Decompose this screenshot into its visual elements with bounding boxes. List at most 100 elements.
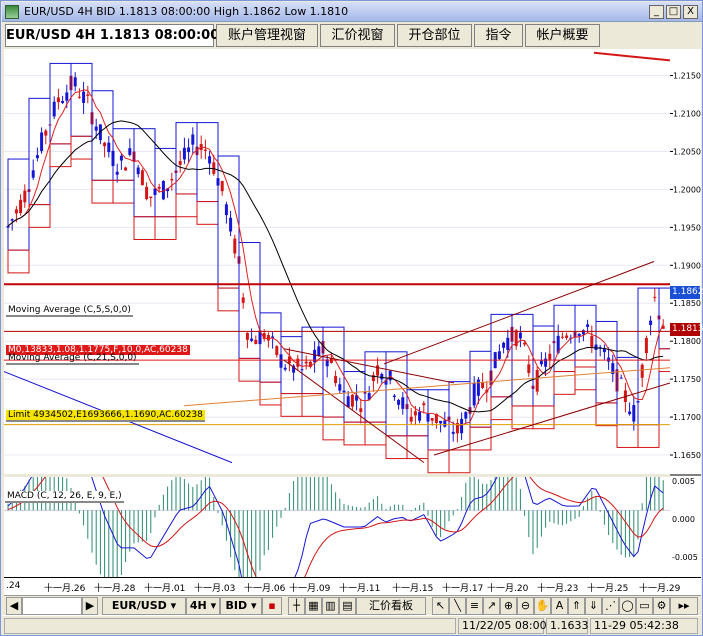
indicator-icon[interactable]: ▤ xyxy=(339,597,356,615)
channel-icon[interactable]: ⋰ xyxy=(602,597,619,615)
arrow-up-icon[interactable]: ⇑ xyxy=(568,597,585,615)
timeframe-selector[interactable]: 4H ▾ xyxy=(186,597,220,615)
candle-body-94 xyxy=(401,397,405,409)
ma21-line xyxy=(7,120,664,413)
candle-body-33 xyxy=(145,186,149,200)
candle-body-17 xyxy=(77,96,81,98)
candle-body-52 xyxy=(224,204,228,216)
candle-body-106 xyxy=(451,431,455,434)
candle-body-143 xyxy=(607,357,611,362)
title-bar[interactable]: EUR/USD 4H BID 1.1813 08:00:00 High 1.18… xyxy=(2,2,702,22)
price-tick-label-6: 1.1850 xyxy=(673,299,701,308)
rectangle-icon[interactable]: ▭ xyxy=(636,597,653,615)
candle-body-79 xyxy=(338,384,342,391)
tab-bar: EUR/USD 4H 1.1813 08:00:00 账户管理视窗 汇价视窗 开… xyxy=(5,24,701,48)
text-icon[interactable]: A xyxy=(551,597,568,615)
red-box-256 xyxy=(259,381,282,406)
candle-body-3 xyxy=(19,199,23,214)
long-trend-line xyxy=(183,367,671,407)
timeframe-value: 4H xyxy=(189,599,207,612)
macd-panel[interactable]: MACD (C, 12, 26, E, 9, E,) xyxy=(4,429,670,617)
candle-body-31 xyxy=(136,167,140,175)
candle-body-11 xyxy=(52,101,56,117)
blue-box-592 xyxy=(595,320,618,404)
price-axis: 1.2150 1.2100 1.2050 1.2000 1.1950 1.1900 1.18… xyxy=(670,49,703,577)
candle-body-41 xyxy=(178,161,182,165)
macd-tick-label-2: -0.005 xyxy=(672,553,698,562)
candle-body-112 xyxy=(476,379,480,396)
chart-type-icon[interactable]: ▪ xyxy=(262,597,282,615)
candle-body-4 xyxy=(23,190,27,203)
tab-account-manager[interactable]: 账户管理视窗 xyxy=(216,24,318,47)
price-tick-label-1: 1.2100 xyxy=(673,110,701,119)
red-box-634 xyxy=(637,424,660,448)
candle-body-124 xyxy=(527,364,531,373)
red-box-193 xyxy=(196,201,219,225)
candle-body-54 xyxy=(233,238,237,254)
candle-body-56 xyxy=(241,297,245,303)
price-type-selector[interactable]: BID ▾ xyxy=(220,597,262,615)
candle-body-1 xyxy=(10,219,14,221)
bar-chart-icon[interactable]: ▥ xyxy=(322,597,339,615)
scroll-right-button[interactable]: ▶ xyxy=(82,597,98,615)
scrollbar-track[interactable] xyxy=(22,597,82,615)
red-box-46 xyxy=(49,143,72,168)
red-box-109 xyxy=(112,179,135,204)
red-box-172 xyxy=(175,193,198,218)
candle-body-98 xyxy=(418,411,422,421)
candle-body-7 xyxy=(35,155,39,159)
red-box-361 xyxy=(364,421,387,446)
grid-icon[interactable]: ▦ xyxy=(305,597,322,615)
maximize-button[interactable]: □ xyxy=(666,5,681,19)
symbol-selector[interactable]: EUR/USD ▾ xyxy=(102,597,186,615)
candle-body-138 xyxy=(586,324,590,327)
crosshair-icon[interactable]: ┼ xyxy=(288,597,305,615)
tab-chart[interactable]: EUR/USD 4H 1.1813 08:00:00 xyxy=(5,24,219,47)
red-box-340 xyxy=(343,421,366,446)
minimize-button[interactable]: _ xyxy=(649,5,664,19)
ma21-label[interactable]: Moving Average (C,21,S,0,0) xyxy=(6,353,139,365)
trend-icon[interactable]: ↗ xyxy=(483,597,500,615)
candle-body-26 xyxy=(115,171,119,175)
candle-body-8 xyxy=(40,132,44,152)
candle-body-78 xyxy=(334,376,338,384)
price-tick-label-4: 1.1950 xyxy=(673,223,701,232)
candle-body-44 xyxy=(191,134,195,145)
tab-account-summary[interactable]: 帐户概要 xyxy=(525,24,600,47)
red-box-592 xyxy=(595,402,618,427)
draw-line-icon[interactable]: ╲ xyxy=(449,597,466,615)
candle-body-42 xyxy=(182,147,186,160)
zoom-in-icon[interactable]: ⊕ xyxy=(500,597,517,615)
close-button[interactable]: X xyxy=(683,5,698,19)
quote-board-button[interactable]: 汇价看板 xyxy=(356,597,426,615)
ma5-label[interactable]: Moving Average (C,5,S,0,0) xyxy=(6,305,133,317)
settings-icon[interactable]: ⚙ xyxy=(653,597,670,615)
zoom-out-icon[interactable]: ⊖ xyxy=(517,597,534,615)
red-box-571 xyxy=(574,366,597,391)
scroll-left-button[interactable]: ◀ xyxy=(6,597,22,615)
more-tools-icon[interactable]: ▸▸ xyxy=(670,597,698,615)
tab-orders[interactable]: 指令 xyxy=(474,24,523,47)
time-axis-label-3: 十一月.01 xyxy=(144,584,186,594)
arrow-down-icon[interactable]: ⇓ xyxy=(585,597,602,615)
price-chart[interactable]: Moving Average (C,5,S,0,0) M0,13833,1.08… xyxy=(3,49,681,474)
tab-open-positions[interactable]: 开仓部位 xyxy=(397,24,472,47)
tab-quotes[interactable]: 汇价视窗 xyxy=(320,24,395,47)
macd-label[interactable]: MACD (C, 12, 26, E, 9, E,) xyxy=(5,491,124,503)
candle-body-6 xyxy=(31,170,35,178)
time-axis-label-10: 十一月.20 xyxy=(487,584,529,594)
limit-order-label[interactable]: Limit 4934502,E1693666,1.1690,AC.60238 xyxy=(6,410,205,422)
red-box-151 xyxy=(154,216,177,240)
blue-box-172 xyxy=(175,122,198,195)
fibonacci-icon[interactable]: ≡ xyxy=(466,597,483,615)
hand-icon[interactable]: ✋ xyxy=(534,597,551,615)
pointer-icon[interactable]: ↖ xyxy=(432,597,449,615)
candle-body-129 xyxy=(548,353,552,360)
candle-body-126 xyxy=(535,370,539,392)
top-red-line xyxy=(593,51,671,62)
status-empty xyxy=(4,618,456,634)
price-tick-label-10: 1.1650 xyxy=(673,451,701,460)
blue-box-4 xyxy=(7,158,30,251)
ellipse-icon[interactable]: ◯ xyxy=(619,597,636,615)
red-box-214 xyxy=(217,287,240,312)
